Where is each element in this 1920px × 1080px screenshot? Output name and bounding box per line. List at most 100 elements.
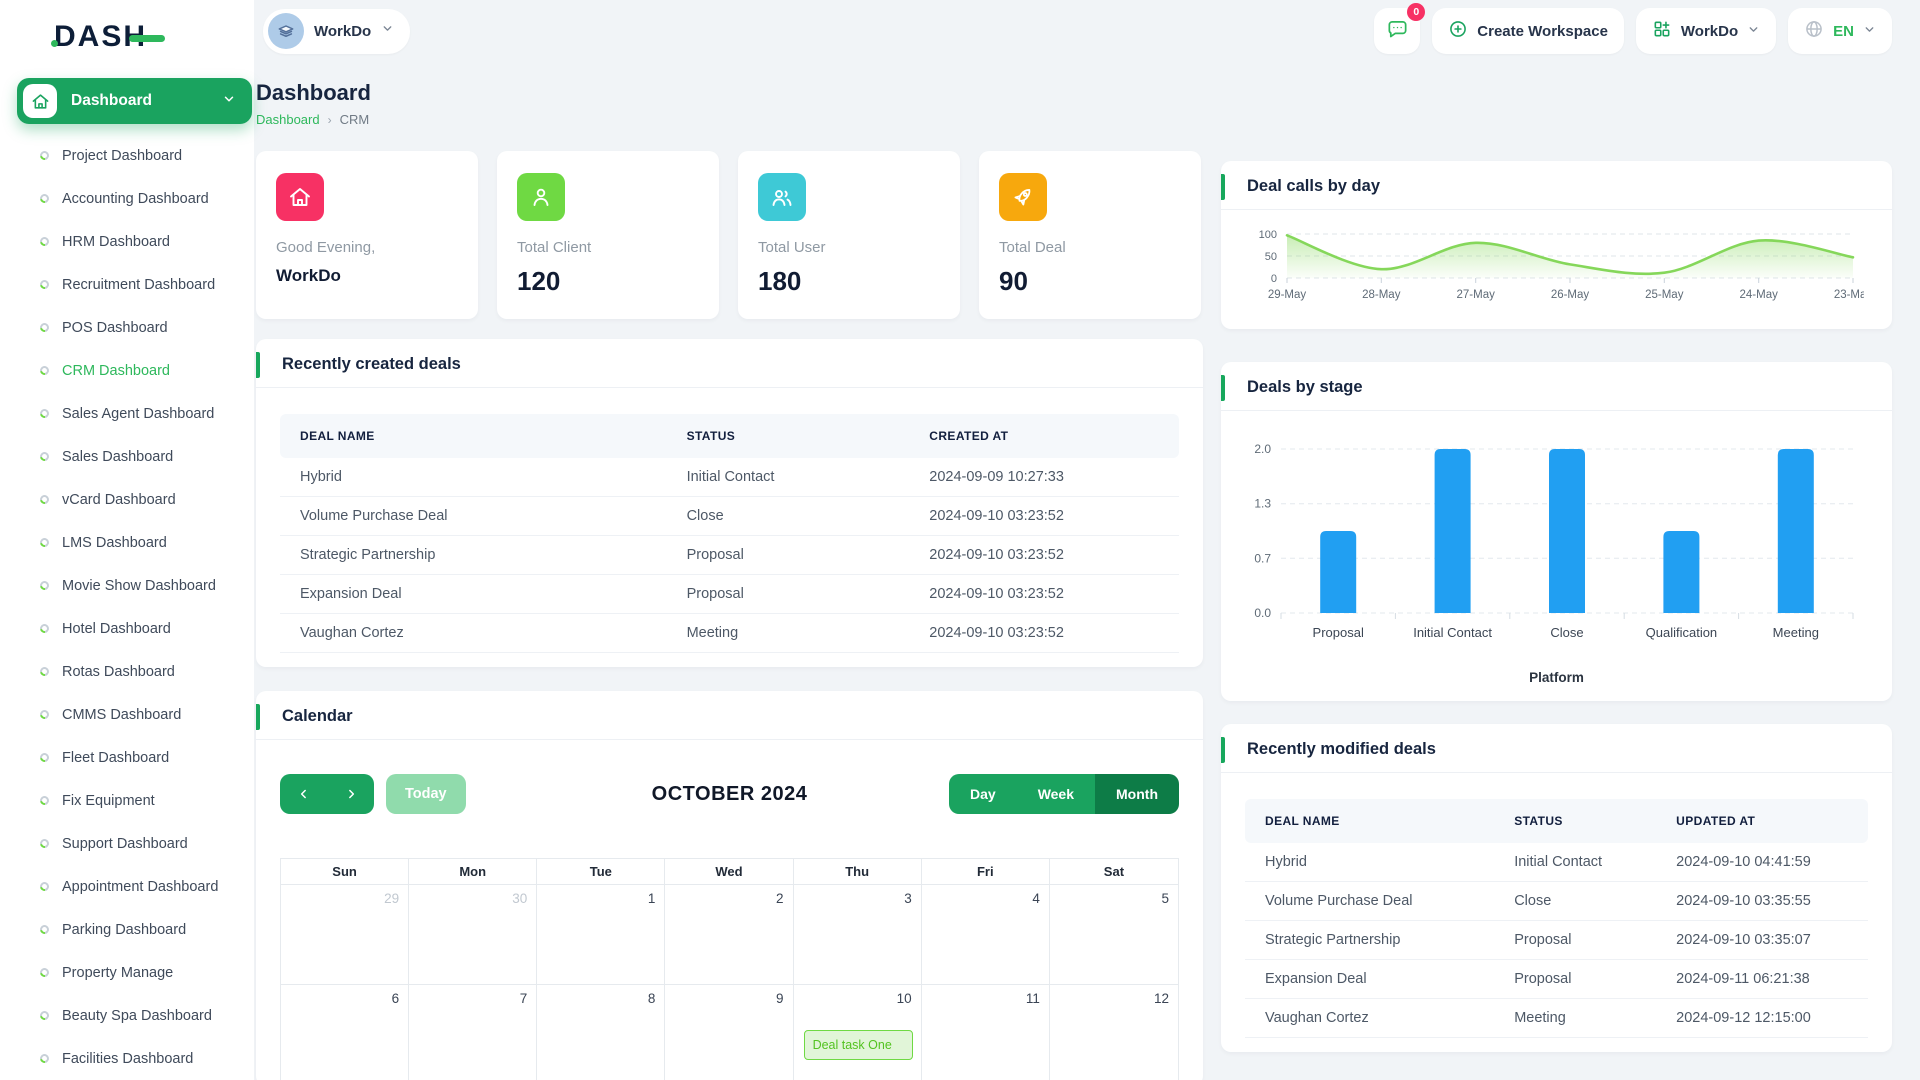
sidebar-item-property-manage[interactable]: Property Manage	[40, 963, 225, 983]
calendar-day-cell[interactable]: 8	[537, 985, 665, 1080]
recently-created-deals-table: DEAL NAMESTATUSCREATED AT HybridInitial …	[280, 414, 1179, 653]
calendar-day-cell[interactable]: 11	[922, 985, 1050, 1080]
sidebar-item-pos-dashboard[interactable]: POS Dashboard	[40, 318, 225, 338]
calendar-day-cell[interactable]: 7	[409, 985, 537, 1080]
stat-card-greeting: Good Evening, WorkDo	[256, 151, 478, 319]
calendar-day-number: 4	[922, 885, 1049, 906]
bullet-icon	[38, 923, 51, 936]
chevron-down-icon	[381, 22, 394, 40]
workspace-menu[interactable]: WorkDo	[1636, 8, 1776, 54]
plus-circle-icon	[1448, 19, 1468, 43]
sidebar-item-parking-dashboard[interactable]: Parking Dashboard	[40, 920, 225, 940]
sidebar-item-crm-dashboard[interactable]: CRM Dashboard	[40, 361, 225, 381]
bullet-icon	[38, 192, 51, 205]
section-title: Calendar	[282, 707, 353, 725]
create-workspace-button[interactable]: Create Workspace	[1432, 8, 1624, 54]
messages-button[interactable]: 0	[1374, 8, 1420, 54]
calendar-day-cell[interactable]: 10Deal task One	[794, 985, 922, 1080]
calendar-view-month[interactable]: Month	[1095, 774, 1179, 814]
language-selector[interactable]: EN	[1788, 8, 1892, 54]
breadcrumb-dashboard-link[interactable]: Dashboard	[256, 112, 320, 127]
table-cell: Expansion Deal	[280, 575, 667, 614]
workspace-chip[interactable]: WorkDo	[263, 9, 410, 54]
calendar-day-cell[interactable]: 9	[665, 985, 793, 1080]
bar-chart-xaxis-label: Platform	[1221, 668, 1892, 701]
calendar-day-cell[interactable]: 29	[281, 885, 409, 985]
sidebar-item-label: vCard Dashboard	[62, 490, 176, 510]
stat-value: WorkDo	[276, 266, 458, 286]
sidebar-dashboard-toggle[interactable]: Dashboard	[17, 78, 252, 124]
bullet-icon	[38, 1009, 51, 1022]
top-header: WorkDo 0 Create Workspace	[256, 0, 1892, 62]
sidebar-item-facilities-dashboard[interactable]: Facilities Dashboard	[40, 1049, 225, 1069]
bullet-icon	[38, 794, 51, 807]
stat-card-total-deal: Total Deal 90	[979, 151, 1201, 319]
bullet-icon	[38, 579, 51, 592]
sidebar-item-fleet-dashboard[interactable]: Fleet Dashboard	[40, 748, 225, 768]
calendar-day-cell[interactable]: 4	[922, 885, 1050, 985]
globe-icon	[1804, 19, 1824, 43]
calendar-event[interactable]: Deal task One	[804, 1030, 913, 1060]
table-cell: Hybrid	[280, 458, 667, 497]
app-logo[interactable]: DASH	[54, 20, 147, 54]
table-cell: Close	[1494, 882, 1656, 921]
calendar-weekday: Fri	[922, 859, 1050, 885]
bullet-icon	[38, 149, 51, 162]
svg-text:2.0: 2.0	[1254, 442, 1271, 456]
sidebar-item-label: Beauty Spa Dashboard	[62, 1006, 212, 1026]
rocket-icon	[999, 173, 1047, 221]
sidebar-item-sales-dashboard[interactable]: Sales Dashboard	[40, 447, 225, 467]
stat-label: Total Client	[517, 239, 699, 256]
table-cell: 2024-09-10 04:41:59	[1656, 843, 1868, 882]
calendar-view-week[interactable]: Week	[1017, 774, 1095, 814]
sidebar-item-lms-dashboard[interactable]: LMS Dashboard	[40, 533, 225, 553]
sidebar-item-fix-equipment[interactable]: Fix Equipment	[40, 791, 225, 811]
calendar-day-number: 8	[537, 985, 664, 1006]
calendar-next-button[interactable]	[327, 774, 374, 814]
stat-value: 90	[999, 266, 1181, 297]
calendar-day-cell[interactable]: 5	[1050, 885, 1178, 985]
sidebar-item-movie-show-dashboard[interactable]: Movie Show Dashboard	[40, 576, 225, 596]
sidebar-item-recruitment-dashboard[interactable]: Recruitment Dashboard	[40, 275, 225, 295]
stat-value: 120	[517, 266, 699, 297]
table-header-cell: CREATED AT	[909, 414, 1179, 458]
sidebar-item-accounting-dashboard[interactable]: Accounting Dashboard	[40, 189, 225, 209]
calendar-day-cell[interactable]: 2	[665, 885, 793, 985]
bullet-icon	[38, 837, 51, 850]
sidebar-item-project-dashboard[interactable]: Project Dashboard	[40, 146, 225, 166]
calendar-day-cell[interactable]: 6	[281, 985, 409, 1080]
table-row: HybridInitial Contact2024-09-09 10:27:33	[280, 458, 1179, 497]
svg-text:Initial Contact: Initial Contact	[1413, 625, 1492, 640]
stat-label: Total Deal	[999, 239, 1181, 256]
calendar-day-cell[interactable]: 3	[794, 885, 922, 985]
calendar-day-cell[interactable]: 1	[537, 885, 665, 985]
calendar-today-button[interactable]: Today	[386, 774, 466, 814]
calendar-day-cell[interactable]: 12	[1050, 985, 1178, 1080]
calendar-day-cell[interactable]: 30	[409, 885, 537, 985]
sidebar-item-cmms-dashboard[interactable]: CMMS Dashboard	[40, 705, 225, 725]
table-cell: Initial Contact	[1494, 843, 1656, 882]
bullet-icon	[38, 536, 51, 549]
sidebar-item-hotel-dashboard[interactable]: Hotel Dashboard	[40, 619, 225, 639]
svg-text:27-May: 27-May	[1457, 289, 1496, 301]
logo-dash-accent	[129, 35, 165, 42]
sidebar-item-hrm-dashboard[interactable]: HRM Dashboard	[40, 232, 225, 252]
bullet-icon	[38, 450, 51, 463]
sidebar-item-support-dashboard[interactable]: Support Dashboard	[40, 834, 225, 854]
sidebar-item-label: Movie Show Dashboard	[62, 576, 216, 596]
table-row: Expansion DealProposal2024-09-11 06:21:3…	[1245, 960, 1868, 999]
calendar-prev-button[interactable]	[280, 774, 327, 814]
building-icon	[268, 13, 304, 49]
calendar-day-number: 30	[409, 885, 536, 906]
sidebar-item-vcard-dashboard[interactable]: vCard Dashboard	[40, 490, 225, 510]
calendar-view-day[interactable]: Day	[949, 774, 1017, 814]
sidebar-item-appointment-dashboard[interactable]: Appointment Dashboard	[40, 877, 225, 897]
sidebar-item-beauty-spa-dashboard[interactable]: Beauty Spa Dashboard	[40, 1006, 225, 1026]
sidebar-item-rotas-dashboard[interactable]: Rotas Dashboard	[40, 662, 225, 682]
table-cell: Volume Purchase Deal	[280, 497, 667, 536]
bullet-icon	[38, 278, 51, 291]
chevron-down-icon	[1863, 23, 1876, 40]
table-header-cell: DEAL NAME	[280, 414, 667, 458]
sidebar-item-sales-agent-dashboard[interactable]: Sales Agent Dashboard	[40, 404, 225, 424]
calendar-view-switcher: Day Week Month	[949, 774, 1179, 814]
